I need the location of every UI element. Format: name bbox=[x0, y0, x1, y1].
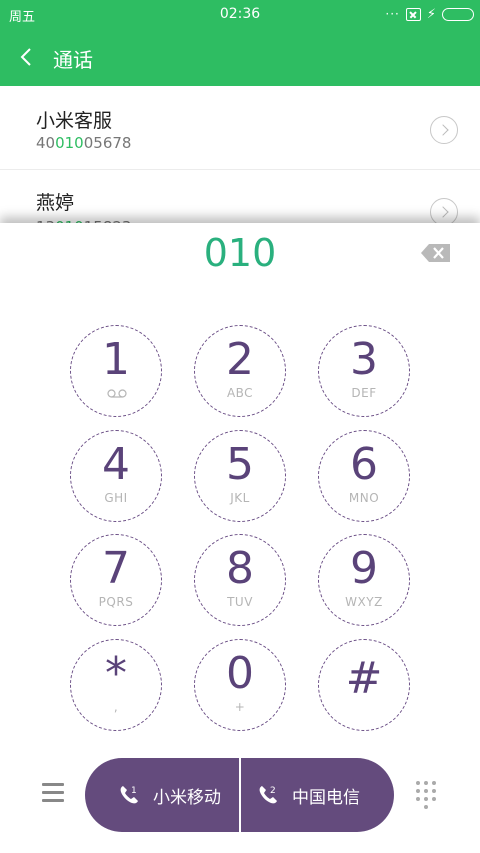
dial-key-star[interactable]: * , bbox=[70, 639, 162, 731]
phone-sim1-icon: 1 bbox=[120, 786, 138, 804]
dial-key-5[interactable]: 5 JKL bbox=[194, 430, 286, 522]
dial-key-3[interactable]: 3 DEF bbox=[318, 325, 410, 417]
voicemail-icon bbox=[107, 389, 127, 398]
dial-key-9[interactable]: 9 WXYZ bbox=[318, 534, 410, 626]
menu-icon[interactable] bbox=[42, 783, 64, 803]
dial-key-2[interactable]: 2 ABC bbox=[194, 325, 286, 417]
contact-detail-button[interactable] bbox=[430, 198, 458, 226]
contact-name: 小米客服 bbox=[36, 110, 113, 132]
chevron-left-icon[interactable] bbox=[17, 43, 39, 71]
page-title: 通话 bbox=[53, 48, 93, 72]
phone-sim2-icon: 2 bbox=[259, 786, 277, 804]
contact-number: 4001005678 bbox=[36, 134, 132, 152]
dial-key-0[interactable]: 0 + bbox=[194, 639, 286, 731]
dial-key-8[interactable]: 8 TUV bbox=[194, 534, 286, 626]
call-button-group: 1 小米移动 2 中国电信 bbox=[85, 758, 394, 832]
contact-detail-button[interactable] bbox=[430, 116, 458, 144]
dial-key-6[interactable]: 6 MNO bbox=[318, 430, 410, 522]
contact-name: 燕婷 bbox=[36, 192, 75, 214]
battery-icon bbox=[442, 7, 474, 21]
dialed-number: 010 bbox=[203, 231, 277, 275]
dial-key-4[interactable]: 4 GHI bbox=[70, 430, 162, 522]
status-bar: 周五 02:36 ··· ⚡ bbox=[0, 0, 480, 28]
call-sim1-label: 小米移动 bbox=[153, 787, 221, 808]
svg-text:2: 2 bbox=[270, 786, 276, 796]
contact-item[interactable]: 小米客服 4001005678 bbox=[0, 86, 480, 170]
call-sim2-button[interactable]: 2 中国电信 bbox=[241, 758, 394, 832]
charging-icon: ⚡ bbox=[426, 6, 436, 22]
contact-results-list: 小米客服 4001005678 燕婷 1301015823 bbox=[0, 86, 480, 226]
no-sim-icon bbox=[405, 7, 421, 21]
dial-key-1[interactable]: 1 bbox=[70, 325, 162, 417]
call-sim2-label: 中国电信 bbox=[292, 787, 360, 808]
more-notifications-icon: ··· bbox=[385, 7, 400, 21]
phone-screen: 周五 02:36 ··· ⚡ 通话 小米客服 4001005678 燕婷 130… bbox=[0, 0, 480, 853]
contact-item[interactable]: 燕婷 1301015823 bbox=[0, 170, 480, 226]
dial-key-hash[interactable]: # bbox=[318, 639, 410, 731]
dialer-panel: 010 1 2 ABC 3 DEF 4 GHI 5 JKL 6 MNO 7 PQ… bbox=[0, 223, 480, 853]
call-sim1-button[interactable]: 1 小米移动 bbox=[85, 758, 239, 832]
dial-key-7[interactable]: 7 PQRS bbox=[70, 534, 162, 626]
status-icons: ··· ⚡ bbox=[385, 5, 474, 23]
svg-text:1: 1 bbox=[131, 786, 137, 796]
backspace-icon[interactable] bbox=[420, 242, 452, 264]
app-header: 通话 bbox=[0, 28, 480, 86]
keypad-toggle-icon[interactable] bbox=[416, 781, 437, 809]
